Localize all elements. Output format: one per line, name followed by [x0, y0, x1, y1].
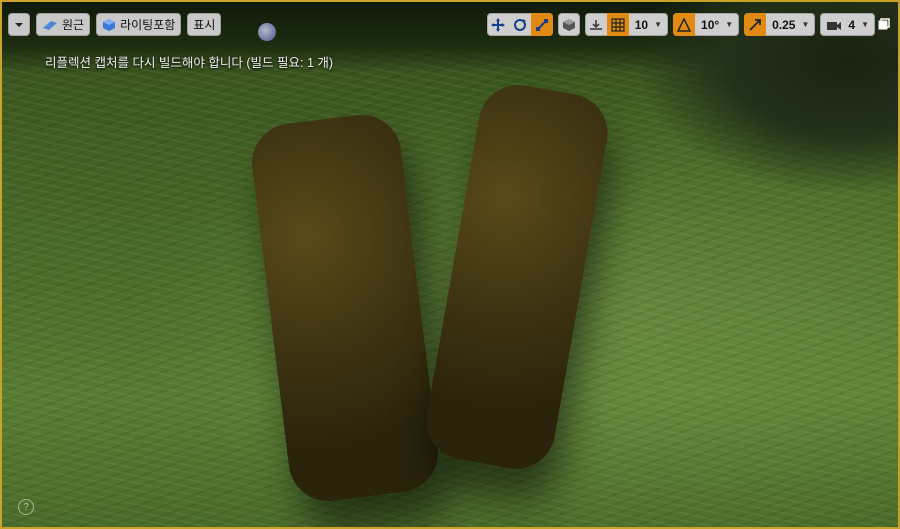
- coordinate-system-group: [557, 13, 580, 36]
- lit-cube-icon: [103, 18, 116, 31]
- rotate-icon: [513, 18, 526, 31]
- chevron-down-icon: ▼: [861, 20, 869, 29]
- viewport-toolbar-left: 원근 라이팅포함 표시: [8, 13, 222, 36]
- show-label: 표시: [193, 18, 216, 32]
- scale-snap-value: 0.25: [772, 17, 796, 32]
- camera-speed-group: 4 ▼: [820, 13, 875, 36]
- translate-mode-button[interactable]: [487, 13, 509, 36]
- scale-snap-value-dropdown[interactable]: 0.25 ▼: [766, 13, 815, 36]
- perspective-button[interactable]: 원근: [36, 13, 91, 36]
- scale-mode-button[interactable]: [530, 13, 553, 36]
- reflection-capture-sphere[interactable]: [258, 23, 276, 41]
- rotation-snap-group: 10° ▼: [673, 13, 740, 36]
- rebuild-reflection-message: 리플렉션 캡처를 다시 빌드해야 합니다 (빌드 필요: 1 개): [45, 56, 334, 70]
- surface-snap-icon: [589, 19, 602, 30]
- perspective-icon: [43, 20, 57, 30]
- grid-snap-value: 10: [634, 17, 649, 32]
- grid-snap-value-dropdown[interactable]: 10 ▼: [629, 13, 668, 36]
- rotation-snap-toggle[interactable]: [673, 13, 696, 36]
- show-button[interactable]: 표시: [187, 13, 222, 36]
- view-mode-label: 라이팅포함: [120, 18, 176, 32]
- perspective-label: 원근: [62, 18, 85, 32]
- maximize-viewport-icon[interactable]: [878, 18, 890, 30]
- chevron-down-icon: ▼: [725, 20, 734, 29]
- grid-icon: [611, 17, 625, 32]
- chevron-down-icon: [15, 22, 23, 27]
- viewport-options-dropdown[interactable]: [8, 13, 30, 36]
- move-arrows-icon: [490, 17, 505, 32]
- scale-snap-group: 0.25 ▼: [744, 13, 816, 36]
- view-mode-button[interactable]: 라이팅포함: [96, 13, 182, 36]
- angle-icon: [677, 17, 692, 32]
- viewport-toolbar-right: 10 ▼ 10° ▼ 0.25 ▼ 4 ▼: [486, 13, 894, 36]
- grid-snap-toggle[interactable]: [606, 13, 629, 36]
- chevron-down-icon: ▼: [801, 20, 810, 29]
- camera-speed-value: 4: [848, 17, 856, 32]
- rotation-snap-value-dropdown[interactable]: 10° ▼: [695, 13, 739, 36]
- surface-snap-button[interactable]: [585, 13, 607, 36]
- scale-snap-toggle[interactable]: [744, 13, 767, 36]
- world-local-toggle[interactable]: [558, 13, 580, 36]
- help-icon[interactable]: ?: [18, 499, 34, 515]
- chevron-down-icon: ▼: [654, 20, 663, 29]
- grid-snap-group: 10 ▼: [584, 13, 669, 36]
- cube-icon: [562, 18, 575, 31]
- scale-arrow-icon: [749, 18, 762, 31]
- scale-icon: [535, 18, 548, 31]
- rotation-snap-value: 10°: [701, 17, 720, 32]
- camera-speed-dropdown[interactable]: 4 ▼: [820, 13, 875, 36]
- rotate-mode-button[interactable]: [509, 13, 531, 36]
- transform-mode-group: [486, 13, 553, 36]
- level-viewport[interactable]: 원근 라이팅포함 표시 10 ▼ 10° ▼ 0.25 ▼ 4 ▼ 리플렉션 캡…: [0, 0, 900, 529]
- camera-icon: [827, 21, 842, 30]
